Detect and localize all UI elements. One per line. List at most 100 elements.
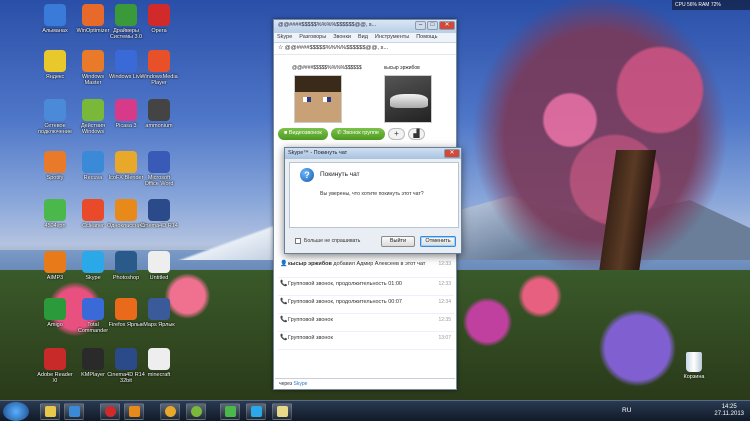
add-participant-button[interactable]: + [388, 128, 405, 140]
close-button[interactable]: ✕ [439, 21, 455, 30]
desktop-icon[interactable]: Яндекс [36, 50, 74, 80]
recycle-bin[interactable]: Корзина [676, 352, 712, 380]
desktop-icon[interactable]: Opera [140, 4, 178, 34]
desktop-icon-label: Maps Ярлык [143, 322, 175, 328]
desktop-icon-label: ammonium [145, 123, 173, 129]
clock[interactable]: 14:25 27.11.2013 [714, 404, 744, 418]
app-icon [44, 199, 66, 221]
taskbar-opera[interactable] [100, 403, 120, 420]
desktop-icon-label: Picasa 3 [115, 123, 137, 129]
dialog-close-button[interactable]: ✕ [444, 149, 460, 158]
menu-tools[interactable]: Инструменты [375, 34, 409, 41]
skype-title-bar[interactable]: @@####$$$$$%%%%$$$$$$@@, s... – □ ✕ [274, 20, 456, 33]
chat-message[interactable]: 📞 Групповой звонок 13:07 [278, 332, 454, 350]
video-call-button[interactable]: ■ Видеозвонок [278, 128, 328, 140]
message-text: Групповой звонок [288, 317, 333, 323]
cancel-button[interactable]: Отменить [420, 236, 456, 247]
skype-icon [250, 406, 262, 417]
app-icon [115, 99, 137, 121]
chat-message-list[interactable]: 👤 кысыр эржибов добавил Адмир Алексеев в … [278, 258, 454, 350]
chat-message[interactable]: 📞 Групповой звонок, продолжительность 00:… [278, 296, 454, 314]
folder-icon [44, 406, 56, 417]
chat-message[interactable]: 📞 Групповой звонок, продолжительность 01:… [278, 278, 454, 296]
leave-chat-dialog[interactable]: Skype™ - Покинуть чат ✕ ? Покинуть чат В… [284, 147, 462, 254]
message-input-bar[interactable]: через Skype [275, 378, 455, 388]
avatar-hair [295, 76, 341, 93]
user-icon: 👤 [280, 261, 288, 267]
menu-calls[interactable]: Звонки [333, 34, 351, 41]
desktop-icon[interactable]: WindowsMedia Player [140, 50, 178, 86]
skype-window-title: @@####$$$$$%%%%$$$$$$@@, s... [278, 22, 377, 28]
desktop-icon[interactable]: ammonium [140, 99, 178, 129]
message-text: Групповой звонок [288, 335, 333, 341]
menu-skype[interactable]: Skype [277, 34, 292, 41]
chat-message[interactable]: 👤 кысыр эржибов добавил Адмир Алексеев в … [278, 258, 454, 278]
taskbar-media-player[interactable] [64, 403, 84, 420]
desktop-icon-label: Cinema4D R14 [140, 223, 178, 229]
chat-message[interactable]: 📞 Групповой звонок 12:35 [278, 314, 454, 332]
taskbar-folder[interactable] [272, 403, 292, 420]
desktop-icon-label: WinOptimizer [76, 28, 110, 34]
odnoklassniki-icon [128, 406, 140, 417]
app-icon [82, 4, 104, 26]
app-icon [148, 199, 170, 221]
desktop-icon[interactable]: Adobe Reader XI [36, 348, 74, 384]
language-indicator[interactable]: RU [622, 407, 631, 414]
participant-name: @@####$$$$$%%%%$$$$$$ [292, 65, 362, 71]
menu-view[interactable]: Вид [358, 34, 368, 41]
app-icon [115, 151, 137, 173]
dont-ask-checkbox[interactable]: Больше не спрашивать [295, 238, 360, 244]
app-icon [44, 348, 66, 370]
participant-avatar[interactable] [384, 75, 432, 123]
desktop-icon[interactable]: 4504vpn [36, 199, 74, 229]
browser-icon [190, 406, 202, 417]
clock-date: 27.11.2013 [714, 411, 744, 418]
taskbar-browser[interactable] [186, 403, 206, 420]
taskbar-mail-agent[interactable] [160, 403, 180, 420]
menu-conversations[interactable]: Разговоры [299, 34, 326, 41]
desktop-icon[interactable]: AIMP3 [36, 251, 74, 281]
start-button[interactable] [3, 402, 29, 421]
taskbar-utorrent[interactable] [220, 403, 240, 420]
dialog-title-bar[interactable]: Skype™ - Покинуть чат ✕ [285, 148, 461, 159]
desktop-icon-label: Recuva [83, 175, 103, 181]
app-icon [82, 348, 104, 370]
taskbar-skype[interactable] [246, 403, 266, 420]
menu-help[interactable]: Помощь [416, 34, 437, 41]
input-service-link[interactable]: Skype [294, 381, 308, 387]
desktop-icon-label: AIMP3 [46, 275, 64, 281]
taskbar-odnoklassniki[interactable] [124, 403, 144, 420]
exit-button[interactable]: Выйти [381, 236, 415, 247]
chat-header[interactable]: ☆ @@####$$$$$%%%%$$$$$$@@, s... [274, 43, 456, 55]
taskbar: RU 14:25 27.11.2013 [0, 400, 750, 421]
checkbox-box[interactable] [295, 238, 301, 244]
desktop-icon-label: WindowsMedia Player [140, 74, 178, 87]
desktop-icon[interactable]: Cinema4D R14 [140, 199, 178, 229]
desktop-icon-label: Ccleaner [81, 223, 104, 229]
desktop-icon[interactable]: Spotify [36, 151, 74, 181]
desktop-icon[interactable]: minecraft [140, 348, 178, 378]
desktop-icon-label: Total Commander [77, 322, 109, 335]
desktop-icon[interactable]: Amigo [36, 298, 74, 328]
desktop-icon[interactable]: Альманах [36, 4, 74, 34]
app-icon [148, 50, 170, 72]
participant-avatar[interactable] [294, 75, 342, 123]
maximize-button[interactable]: □ [427, 21, 438, 30]
desktop-icon-label: Яндекс [45, 74, 65, 80]
desktop-icon[interactable]: Microsoft Office Word [140, 151, 178, 187]
taskbar-explorer[interactable] [40, 403, 60, 420]
app-icon [44, 50, 66, 72]
desktop-icon-label: Opera [151, 28, 167, 34]
group-call-button[interactable]: ✆ Звонок группе [330, 128, 385, 140]
minimize-button[interactable]: – [415, 21, 426, 30]
call-quality-button[interactable]: ▟ [408, 128, 425, 140]
desktop-icon[interactable]: Maps Ярлык [140, 298, 178, 328]
desktop-icon[interactable]: Untitled [140, 251, 178, 281]
desktop-icon[interactable]: Сетевое подключение [36, 99, 74, 135]
desktop-icon-label: 4504vpn [44, 223, 66, 229]
desktop-icon-label: Альманах [42, 28, 68, 34]
app-icon [148, 251, 170, 273]
app-icon [44, 298, 66, 320]
app-icon [82, 99, 104, 121]
desktop-icon-label: Сетевое подключение [38, 123, 72, 136]
